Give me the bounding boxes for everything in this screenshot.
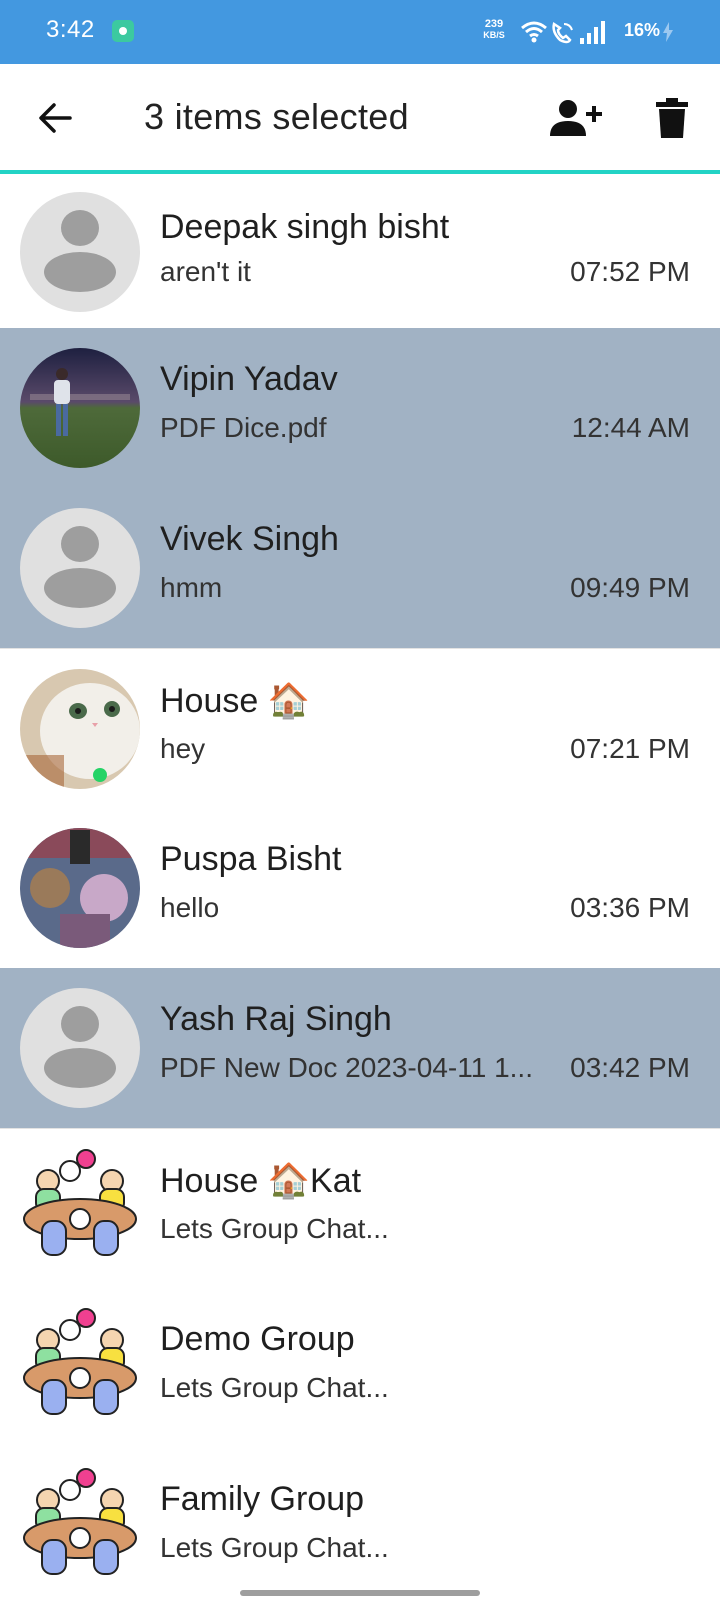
- status-icons: [521, 21, 605, 44]
- add-contact-icon[interactable]: [550, 98, 602, 138]
- chat-name: Vipin Yadav: [160, 360, 338, 398]
- chat-row-vivek[interactable]: Vivek Singh hmm 09:49 PM: [0, 488, 720, 648]
- chat-name: House 🏠Kat: [160, 1162, 362, 1200]
- network-speed: 239 KB/S: [478, 18, 510, 40]
- back-arrow-icon[interactable]: [36, 98, 76, 138]
- chat-preview: Lets Group Chat...: [160, 1532, 389, 1563]
- selection-app-bar: 3 items selected: [0, 64, 720, 174]
- signal-icon: [580, 21, 605, 44]
- chat-preview: hello: [160, 892, 220, 923]
- photo-avatar: [20, 828, 140, 948]
- group-chat-avatar: [20, 1308, 140, 1428]
- chat-time: 09:49 PM: [570, 572, 690, 603]
- chat-name: Deepak singh bisht: [160, 208, 450, 246]
- chat-preview: PDF Dice.pdf: [160, 412, 327, 443]
- wifi-call-icon: [552, 21, 573, 44]
- chat-name: Puspa Bisht: [160, 840, 342, 878]
- status-bar: 3:42 239 KB/S 16%: [0, 0, 720, 64]
- chat-list: Deepak singh bisht aren't it 07:52 PM Vi…: [0, 174, 720, 1608]
- status-time: 3:42: [46, 16, 95, 43]
- chat-preview: aren't it: [160, 256, 251, 287]
- network-speed-unit: KB/S: [483, 30, 505, 40]
- charging-bolt-icon: [663, 22, 673, 42]
- chat-preview: hmm: [160, 572, 223, 603]
- chat-name: Demo Group: [160, 1320, 355, 1358]
- chat-name: Yash Raj Singh: [160, 1000, 392, 1038]
- default-person-avatar: [20, 988, 140, 1108]
- chat-row-house[interactable]: House 🏠 hey 07:21 PM: [0, 648, 720, 808]
- chat-row-demo-group[interactable]: Demo Group Lets Group Chat...: [0, 1288, 720, 1448]
- network-speed-value: 239: [484, 18, 504, 30]
- chat-row-yash[interactable]: Yash Raj Singh PDF New Doc 2023-04-11 1.…: [0, 968, 720, 1128]
- home-indicator[interactable]: [240, 1590, 480, 1596]
- battery-level: 16%: [624, 20, 661, 40]
- chat-name: Family Group: [160, 1480, 365, 1518]
- group-chat-avatar: [20, 1149, 140, 1269]
- chat-name: House 🏠: [160, 682, 311, 720]
- photo-avatar: [20, 669, 140, 789]
- default-person-avatar: [20, 192, 140, 312]
- default-person-avatar: [20, 508, 140, 628]
- chat-time: 03:42 PM: [570, 1052, 690, 1083]
- chat-name: Vivek Singh: [160, 520, 339, 558]
- chat-preview: Lets Group Chat...: [160, 1213, 389, 1244]
- selection-title: 3 items selected: [144, 96, 409, 137]
- chat-row-house-kat[interactable]: House 🏠Kat Lets Group Chat...: [0, 1128, 720, 1288]
- trash-icon[interactable]: [656, 98, 688, 138]
- chat-row-vipin[interactable]: Vipin Yadav PDF Dice.pdf 12:44 AM: [0, 328, 720, 488]
- chat-row-deepak[interactable]: Deepak singh bisht aren't it 07:52 PM: [0, 174, 720, 328]
- photo-avatar: [20, 348, 140, 468]
- chat-time: 03:36 PM: [570, 892, 690, 923]
- wifi-icon: [521, 21, 547, 43]
- chat-preview: hey: [160, 733, 206, 764]
- chat-time: 07:52 PM: [570, 256, 690, 287]
- chat-row-family-group[interactable]: Family Group Lets Group Chat...: [0, 1448, 720, 1608]
- app-notification-icon: [112, 20, 134, 42]
- group-chat-avatar: [20, 1468, 140, 1588]
- chat-row-puspa[interactable]: Puspa Bisht hello 03:36 PM: [0, 808, 720, 968]
- chat-time: 12:44 AM: [571, 412, 690, 443]
- chat-preview: PDF New Doc 2023-04-11 1...: [160, 1052, 533, 1083]
- chat-time: 07:21 PM: [570, 733, 690, 764]
- chat-preview: Lets Group Chat...: [160, 1372, 389, 1403]
